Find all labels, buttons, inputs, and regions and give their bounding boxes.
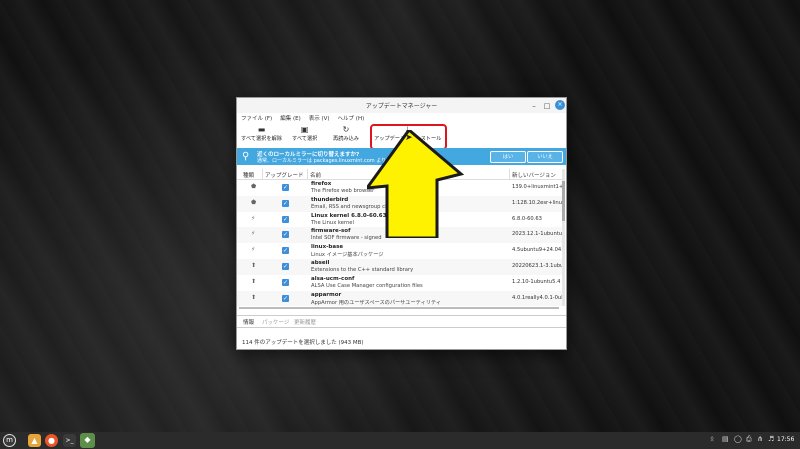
location-pin-icon: ⚲: [242, 151, 250, 162]
package-description: Extensions to the C++ standard library: [311, 267, 414, 273]
header-type[interactable]: 種類: [243, 171, 254, 179]
scrollbar-thumb[interactable]: [562, 181, 565, 221]
package-name: linux-base: [311, 244, 344, 251]
clock[interactable]: 17:56: [777, 436, 794, 443]
menu-file[interactable]: ファイル (F): [241, 114, 272, 124]
firefox-icon[interactable]: ●: [45, 434, 58, 447]
window-titlebar[interactable]: アップデートマネージャー: [237, 98, 566, 113]
minimize-button[interactable]: –: [529, 101, 539, 111]
refresh-icon: ↻: [342, 125, 350, 134]
update-icon: ⬆: [251, 277, 257, 285]
menubar: ファイル (F) 編集 (E) 表示 (V) ヘルプ (H): [241, 114, 364, 124]
package-version: 20220623.1-3.1ubu: [512, 263, 562, 269]
deselect-all-button[interactable]: ▬ すべて選択を解除: [241, 125, 282, 142]
bluetooth-icon[interactable]: ᛟ: [710, 435, 714, 443]
package-version: 139.0+linuxmint1+v: [512, 184, 562, 190]
files-folder-icon[interactable]: ▲: [28, 434, 41, 447]
upgrade-checkbox[interactable]: ✓: [282, 294, 289, 302]
kernel-icon: ⚡: [251, 214, 256, 222]
column-divider: [262, 169, 263, 179]
select-all-button[interactable]: ▣ すべて選択: [292, 125, 317, 142]
package-name: alsa-ucm-conf: [311, 275, 355, 282]
table-row[interactable]: ⬆ ✓ apparmor AppArmor 用のユーザスペースのパーサユーティリティ 4…: [237, 290, 562, 306]
window-title: アップデートマネージャー: [365, 103, 438, 110]
package-name: firmware-sof: [311, 228, 351, 235]
upgrade-checkbox[interactable]: ✓: [282, 231, 289, 239]
shield-icon: ⬟: [251, 198, 257, 206]
terminal-icon[interactable]: >_: [63, 434, 76, 447]
menu-view[interactable]: 表示 (V): [309, 114, 330, 124]
package-description: The Linux kernel: [311, 219, 354, 226]
select-all-label: すべて選択: [292, 136, 318, 142]
kernel-icon: ⚡: [251, 246, 256, 254]
shield-icon: ⬟: [251, 183, 257, 190]
package-version: 2023.12.1-1ubuntu1: [512, 231, 562, 238]
deselect-all-label: すべて選択を解除: [241, 136, 282, 142]
package-version: 6.8.0-60.63: [512, 215, 542, 222]
eraser-icon: ▬: [257, 125, 266, 134]
package-name: thunderbird: [311, 196, 349, 203]
close-button[interactable]: ×: [555, 100, 565, 110]
horizontal-scrollbar[interactable]: [239, 307, 559, 309]
banner-yes-button[interactable]: はい: [490, 151, 526, 163]
shield-tray-icon[interactable]: ◯: [734, 435, 742, 443]
table-row[interactable]: ⬆ ✓ alsa-ucm-conf ALSA Use Case Manager con…: [237, 275, 562, 291]
update-icon: ⬆: [251, 293, 257, 301]
maximize-button[interactable]: □: [542, 101, 552, 111]
tab-info[interactable]: 情報: [243, 318, 254, 326]
package-version: 4.5ubuntu9+24.04.1: [512, 247, 562, 254]
upgrade-checkbox[interactable]: ✓: [282, 199, 289, 207]
update-icon: ⬆: [251, 262, 257, 269]
upgrade-checkbox[interactable]: ✓: [282, 278, 289, 286]
package-version: 1:128.10.2esr+linux: [512, 199, 562, 206]
column-divider: [509, 169, 510, 179]
column-divider: [307, 169, 308, 179]
refresh-button[interactable]: ↻ 再読み込み: [333, 125, 359, 142]
table-row[interactable]: ⬆ ✓ abseil Extensions to the C++ standard l…: [237, 259, 562, 275]
package-name: firefox: [311, 181, 332, 187]
taskbar: m ▲ ● >_ ◆ ᛟ ▤ ◯ ⎙ ⋔ ♬ 17:56: [0, 432, 800, 449]
upgrade-checkbox[interactable]: ✓: [282, 263, 289, 270]
volume-icon[interactable]: ♬: [768, 435, 774, 443]
refresh-label: 再読み込み: [333, 136, 359, 142]
mouse-cursor-icon: ➤: [405, 133, 413, 143]
package-description: ALSA Use Case Manager configuration file…: [311, 282, 423, 289]
status-text: 114 件のアップデートを選択しました (943 MB): [242, 340, 364, 346]
tab-package[interactable]: パッケージ: [262, 318, 289, 326]
package-version: 4.0.1really4.0.1-0ubu: [512, 294, 562, 301]
clipboard-icon[interactable]: ▤: [722, 435, 729, 443]
banner-no-button[interactable]: いいえ: [527, 151, 563, 163]
header-upgrade[interactable]: アップグレード: [265, 171, 304, 179]
network-icon[interactable]: ⋔: [757, 435, 763, 443]
select-all-icon: ▣: [300, 125, 309, 134]
table-row[interactable]: ⚡ ✓ linux-base Linux イメージ基本パッケージ 4.5ubuntu9+…: [237, 243, 562, 259]
mint-menu-icon[interactable]: m: [3, 434, 16, 447]
menu-help[interactable]: ヘルプ (H): [338, 114, 365, 124]
package-name: apparmor: [311, 291, 342, 298]
printer-icon[interactable]: ⎙: [746, 435, 752, 444]
package-version: 1.2.10-1ubuntu5.4: [512, 278, 561, 285]
update-manager-taskbar-icon[interactable]: ◆: [80, 433, 95, 448]
tab-changelog[interactable]: 更新履歴: [294, 318, 316, 326]
upgrade-checkbox[interactable]: ✓: [282, 184, 289, 191]
vertical-scrollbar[interactable]: [562, 169, 565, 306]
package-description: The Firefox web browser: [311, 188, 375, 194]
details-tabs: 情報 パッケージ 更新履歴: [237, 315, 566, 328]
header-new-version[interactable]: 新しいバージョン: [512, 171, 556, 179]
package-description: Linux イメージ基本パッケージ: [311, 252, 384, 259]
menu-edit[interactable]: 編集 (E): [280, 114, 301, 124]
upgrade-checkbox[interactable]: ✓: [282, 215, 289, 223]
package-description: AppArmor 用のユーザスペースのパーサユーティリティ: [311, 299, 441, 306]
package-name: abseil: [311, 260, 330, 266]
header-name[interactable]: 名前: [310, 171, 321, 179]
upgrade-checkbox[interactable]: ✓: [282, 247, 289, 255]
yellow-arrow-icon: [367, 130, 465, 238]
kernel-icon: ⚡: [251, 230, 256, 238]
